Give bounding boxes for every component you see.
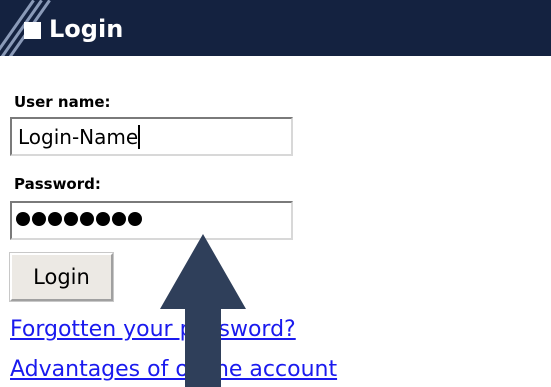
- password-mask-dot: [16, 212, 30, 226]
- square-icon: [24, 22, 41, 39]
- username-field[interactable]: Login-Name: [10, 117, 293, 156]
- username-value: Login-Name: [18, 125, 139, 149]
- password-mask-dot: [96, 212, 110, 226]
- password-mask-dot: [112, 212, 126, 226]
- login-title-bar: Login: [0, 0, 551, 56]
- password-field[interactable]: [10, 201, 293, 240]
- password-mask-dot: [128, 212, 142, 226]
- password-mask: [16, 212, 142, 226]
- username-label: User name:: [14, 93, 111, 111]
- up-arrow-icon: [160, 234, 246, 387]
- password-mask-dot: [80, 212, 94, 226]
- password-mask-dot: [48, 212, 62, 226]
- login-page: Login User name: Login-Name Password: Lo…: [0, 0, 551, 387]
- password-label: Password:: [14, 175, 101, 193]
- password-mask-dot: [64, 212, 78, 226]
- forgot-password-link[interactable]: Forgotten your password?: [10, 316, 296, 344]
- login-title: Login: [49, 15, 124, 43]
- login-button[interactable]: Login: [9, 252, 114, 302]
- text-caret: [138, 125, 141, 149]
- password-mask-dot: [32, 212, 46, 226]
